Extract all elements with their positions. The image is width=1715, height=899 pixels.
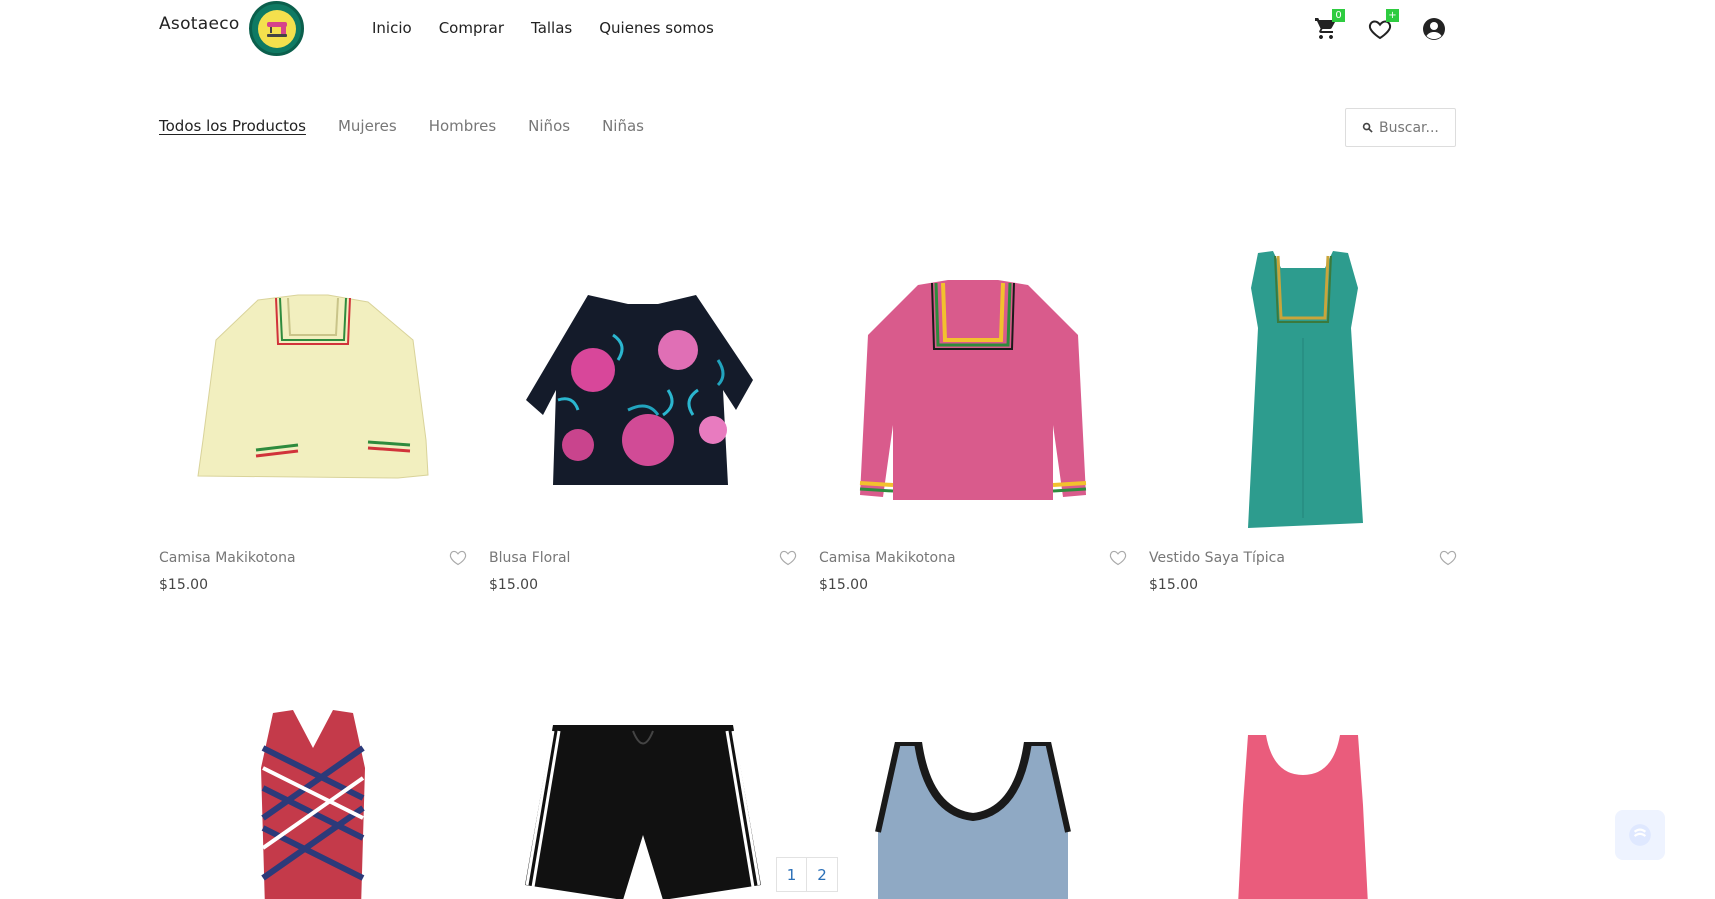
wishlist-button[interactable]: + (1368, 9, 1399, 41)
product-image[interactable] (489, 245, 797, 535)
product-price: $15.00 (159, 577, 208, 593)
category-ninas[interactable]: Niñas (602, 117, 644, 135)
nav-inicio[interactable]: Inicio (372, 19, 412, 37)
page-1-button[interactable]: 1 (776, 857, 807, 892)
page-2-button[interactable]: 2 (807, 857, 838, 892)
heart-icon[interactable] (779, 550, 797, 566)
category-filter-bar: Todos los Productos Mujeres Hombres Niño… (159, 117, 676, 135)
wishlist-badge: + (1386, 9, 1399, 22)
product-card[interactable] (1149, 700, 1457, 899)
search-box (1345, 108, 1456, 147)
product-price: $15.00 (1149, 577, 1198, 593)
product-card[interactable] (819, 700, 1127, 899)
category-todos[interactable]: Todos los Productos (159, 117, 306, 135)
nav-tallas[interactable]: Tallas (531, 19, 572, 37)
search-input[interactable] (1379, 119, 1449, 136)
product-name[interactable]: Blusa Floral (489, 550, 570, 566)
heart-icon[interactable] (1109, 550, 1127, 566)
brand-logo[interactable] (249, 1, 304, 56)
search-icon (1362, 122, 1373, 133)
product-price: $15.00 (489, 577, 538, 593)
product-name[interactable]: Vestido Saya Típica (1149, 550, 1285, 566)
nav-comprar[interactable]: Comprar (439, 19, 504, 37)
product-card[interactable] (159, 700, 467, 899)
category-hombres[interactable]: Hombres (429, 117, 496, 135)
site-header: Asotaeco Inicio Comprar Tallas Quienes s… (0, 0, 1715, 60)
product-image[interactable] (1149, 700, 1457, 899)
category-mujeres[interactable]: Mujeres (338, 117, 397, 135)
cart-button[interactable]: 0 (1314, 9, 1345, 41)
pagination: 1 2 (776, 857, 838, 892)
product-price: $15.00 (819, 577, 868, 593)
heart-icon[interactable] (449, 550, 467, 566)
heart-icon[interactable] (1439, 550, 1457, 566)
product-image[interactable] (159, 245, 467, 535)
chat-widget-button[interactable] (1615, 810, 1665, 860)
product-name[interactable]: Camisa Makikotona (819, 550, 956, 566)
product-image[interactable] (819, 245, 1127, 535)
product-card[interactable]: Camisa Makikotona $15.00 (159, 245, 467, 593)
category-ninos[interactable]: Niños (528, 117, 570, 135)
product-name[interactable]: Camisa Makikotona (159, 550, 296, 566)
nav-quienes-somos[interactable]: Quienes somos (599, 19, 714, 37)
main-nav: Inicio Comprar Tallas Quienes somos (372, 19, 741, 37)
sewing-machine-icon (257, 9, 296, 48)
product-image[interactable] (159, 700, 467, 899)
brand-name[interactable]: Asotaeco (159, 14, 240, 34)
cart-count-badge: 0 (1332, 9, 1345, 22)
product-image[interactable] (489, 700, 797, 899)
product-image[interactable] (819, 700, 1127, 899)
account-button[interactable] (1422, 17, 1446, 41)
product-card[interactable]: Vestido Saya Típica $15.00 (1149, 245, 1457, 593)
product-card[interactable] (489, 700, 797, 899)
chat-icon (1629, 824, 1651, 846)
product-card[interactable]: Blusa Floral $15.00 (489, 245, 797, 593)
product-card[interactable]: Camisa Makikotona $15.00 (819, 245, 1127, 593)
user-circle-icon (1423, 18, 1445, 40)
product-image[interactable] (1149, 245, 1457, 535)
